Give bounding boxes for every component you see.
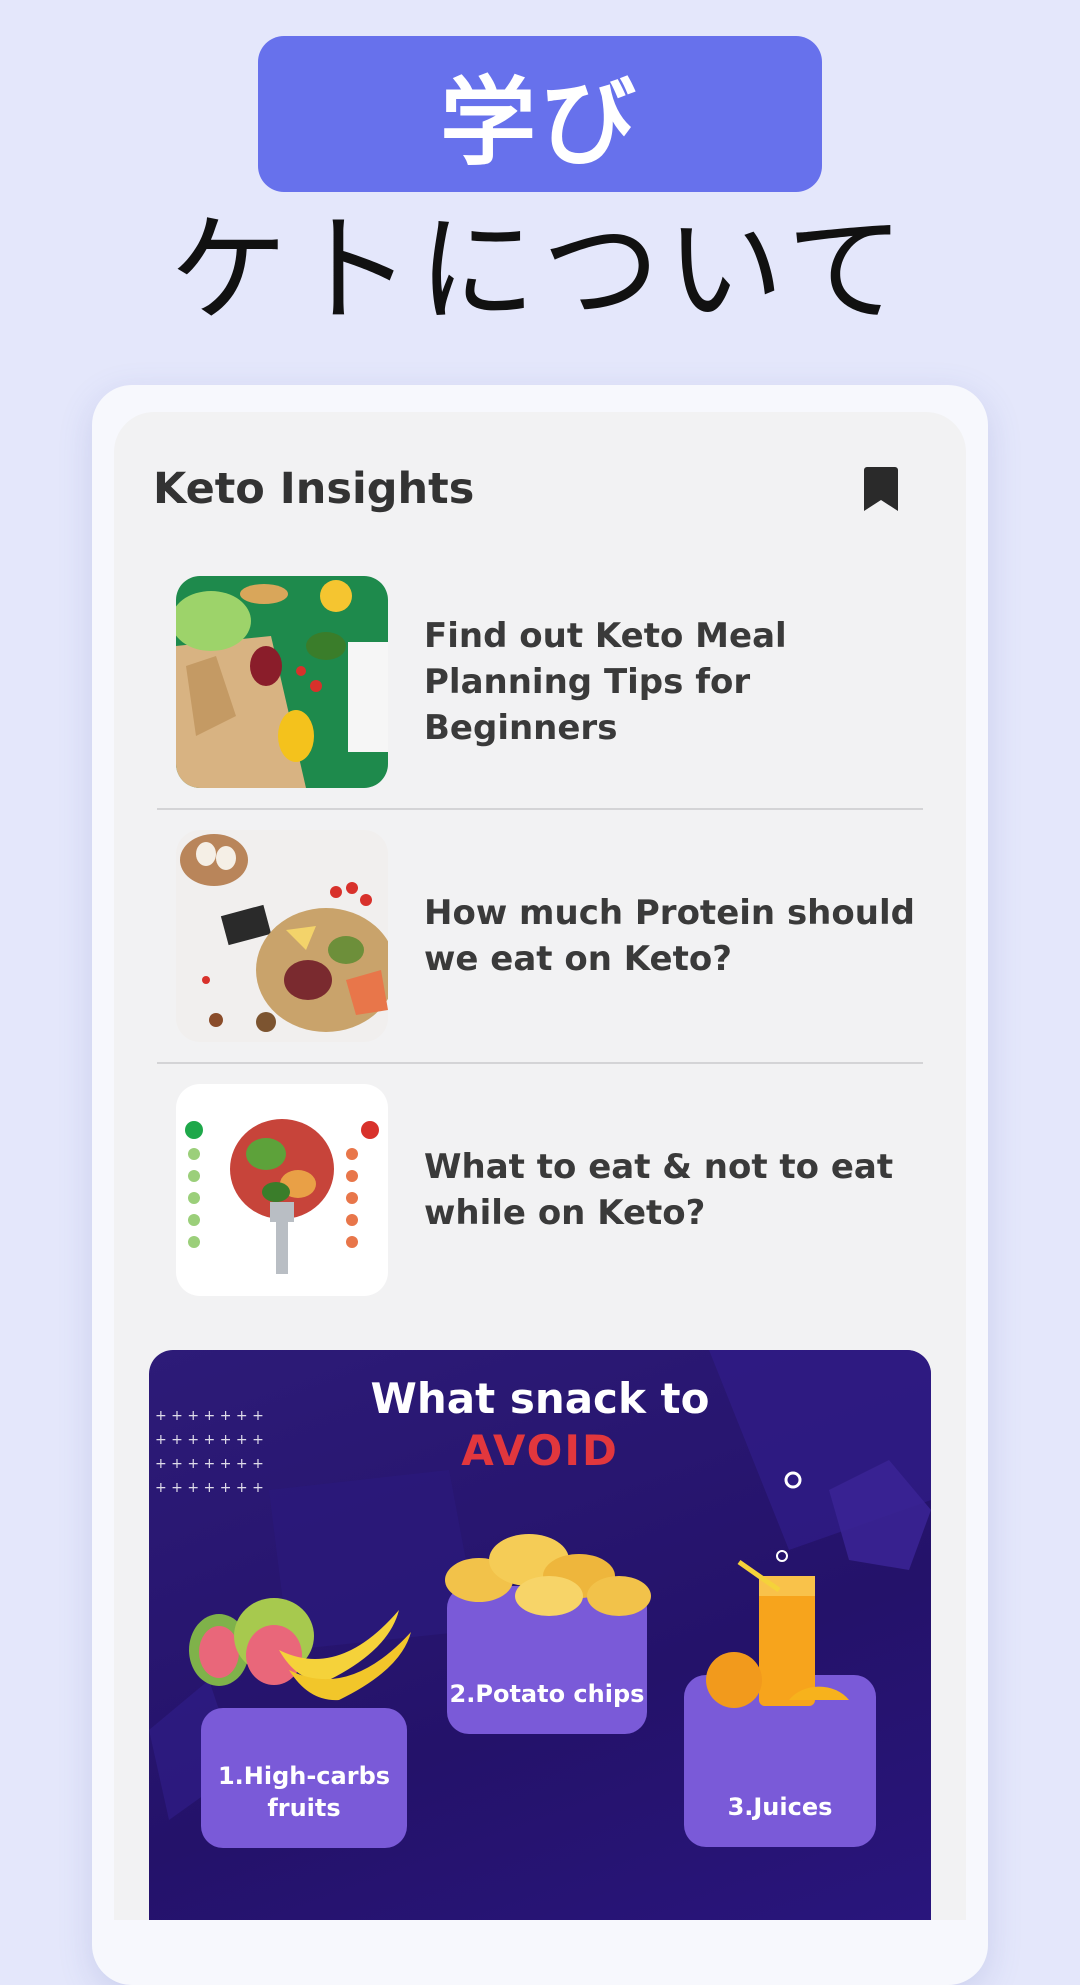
article-item[interactable]: What to eat & not to eat while on Keto? (114, 1084, 966, 1338)
snack-card-juices: 3.Juices (684, 1675, 876, 1847)
banner-title: What snack to (370, 1374, 710, 1423)
divider (157, 1062, 923, 1064)
page-headline: ケトについて (169, 201, 911, 339)
snack-card-chips: 2.Potato chips (447, 1586, 647, 1734)
divider (157, 808, 923, 810)
snack-label: 1.High-carbs fruits (217, 1762, 391, 1822)
bookmark-icon[interactable] (864, 467, 898, 511)
learn-badge: 学び (258, 36, 822, 192)
snack-avoid-banner[interactable]: + + + + + + + + + + + + + + + + + + + + … (149, 1350, 931, 1920)
snack-label: 2.Potato chips (449, 1680, 645, 1708)
snack-card-fruits: 1.High-carbs fruits (201, 1708, 407, 1848)
article-title: Find out Keto Meal Planning Tips for Beg… (424, 616, 787, 748)
article-title: What to eat & not to eat while on Keto? (424, 1147, 894, 1233)
svg-text:+ + + + + + +: + + + + + + + (155, 1480, 264, 1496)
snack-label: 3.Juices (727, 1793, 833, 1821)
article-title: How much Protein should we eat on Keto? (424, 893, 915, 979)
banner-avoid-label: AVOID (461, 1426, 619, 1475)
keto-yes-no-chart-image (176, 1084, 388, 1296)
article-item[interactable]: How much Protein should we eat on Keto? (114, 830, 966, 1084)
article-item[interactable]: Find out Keto Meal Planning Tips for Beg… (114, 576, 966, 830)
app-screen: Keto Insights Find out Keto Meal Plannin… (114, 412, 966, 1920)
screen-title: Keto Insights (153, 464, 475, 514)
protein-foods-image (176, 830, 388, 1042)
grocery-bag-vegetables-image (176, 576, 388, 788)
